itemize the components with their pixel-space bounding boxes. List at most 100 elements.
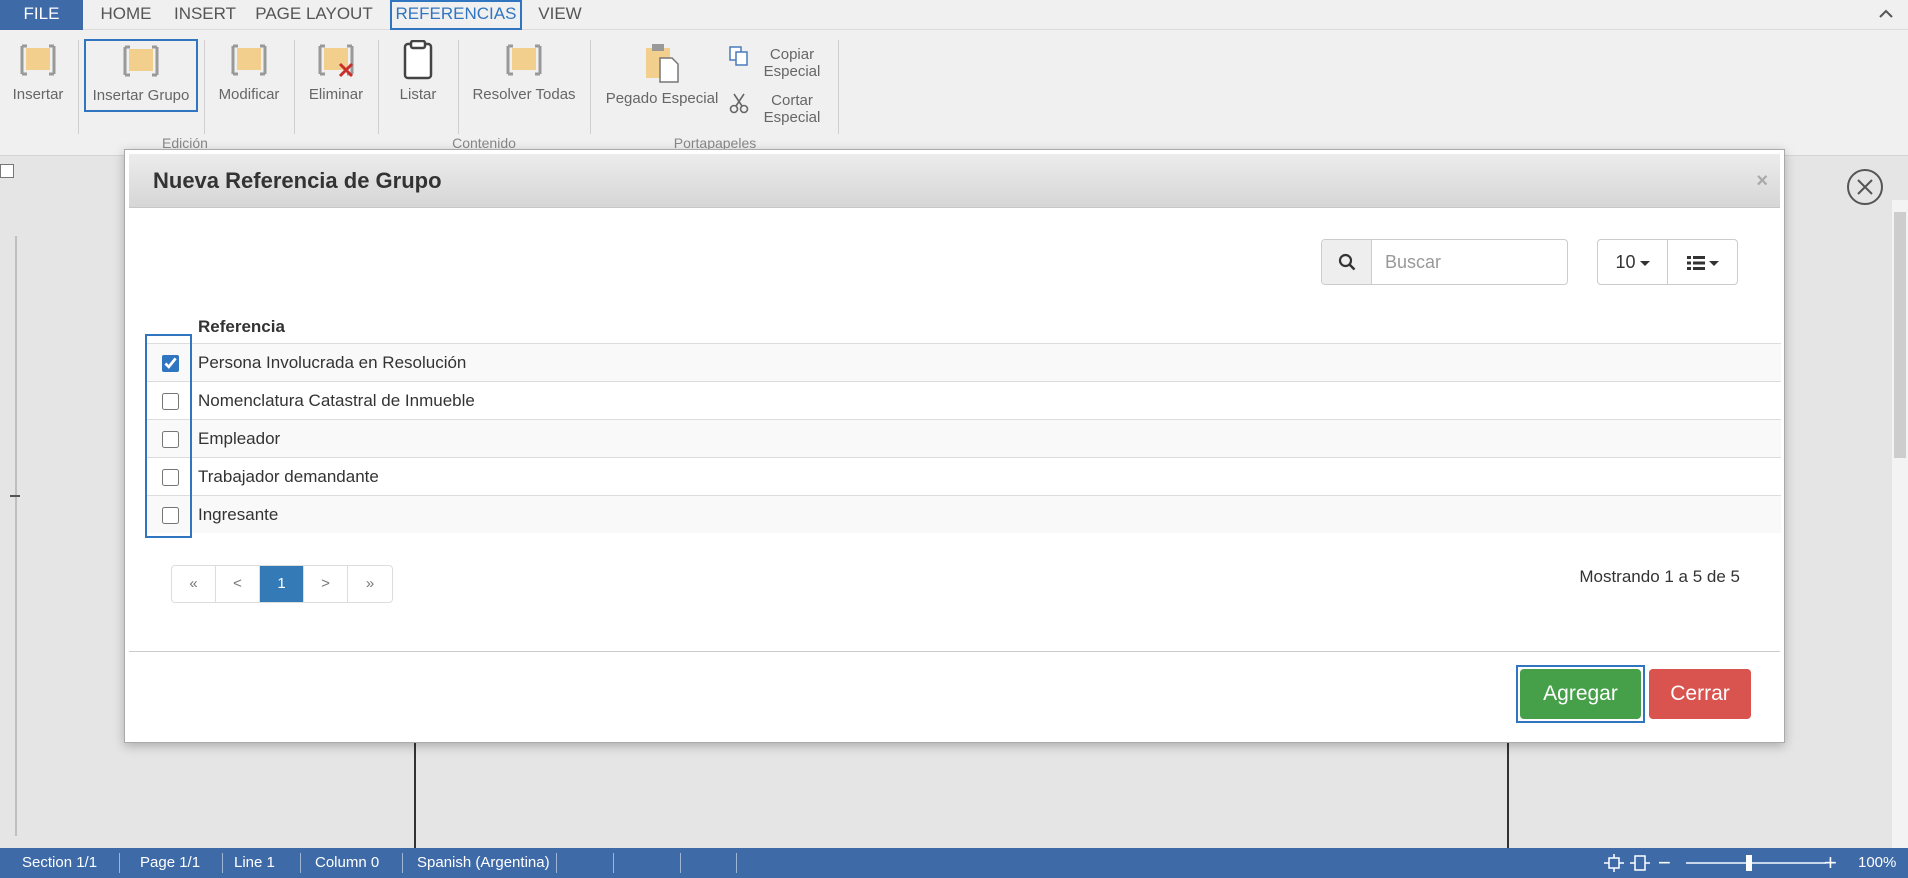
search-icon xyxy=(1338,253,1356,271)
ribbon-panel: Insertar Insertar Grupo Modificar Elimin… xyxy=(0,30,1908,156)
tab-insert[interactable]: INSERT xyxy=(170,0,240,30)
row-label: Empleador xyxy=(198,429,281,448)
eliminar-label: Eliminar xyxy=(308,86,364,103)
ribbon-divider xyxy=(204,40,205,134)
pegado-especial-label: Pegado Especial xyxy=(605,90,719,107)
fit-to-window-icon[interactable] xyxy=(1604,854,1624,872)
page-next-button[interactable]: > xyxy=(304,566,348,602)
zoom-slider[interactable] xyxy=(1686,855,1826,871)
status-divider xyxy=(613,853,614,873)
table-row[interactable]: Trabajador demandante xyxy=(147,457,1781,495)
dialog-close-icon[interactable]: × xyxy=(1756,170,1768,193)
reference-delete-icon xyxy=(318,44,354,78)
clipboard-icon xyxy=(403,40,433,80)
ribbon-divider xyxy=(458,40,459,134)
tab-page-layout[interactable]: PAGE LAYOUT xyxy=(252,0,376,30)
row-label: Ingresante xyxy=(198,505,279,524)
row-checkbox[interactable] xyxy=(162,507,179,524)
tab-view[interactable]: VIEW xyxy=(532,0,588,30)
row-label: Nomenclatura Catastral de Inmueble xyxy=(198,391,475,410)
insertar-button[interactable]: Insertar xyxy=(6,40,70,110)
row-checkbox[interactable] xyxy=(162,355,179,372)
ribbon-divider xyxy=(378,40,379,134)
insertar-grupo-label: Insertar Grupo xyxy=(92,87,190,104)
page-last-button[interactable]: » xyxy=(348,566,392,602)
status-divider xyxy=(556,853,557,873)
zoom-out-icon[interactable]: − xyxy=(1658,848,1671,878)
ribbon-divider xyxy=(838,40,839,134)
status-divider xyxy=(119,853,120,873)
agregar-button-focus-ring: Agregar xyxy=(1516,665,1645,723)
tab-referencias[interactable]: REFERENCIAS xyxy=(390,0,522,30)
pegado-especial-button[interactable]: Pegado Especial xyxy=(600,40,724,110)
ribbon-tab-bar: FILE HOME INSERT PAGE LAYOUT REFERENCIAS… xyxy=(0,0,1908,30)
zoom-in-icon[interactable]: + xyxy=(1824,848,1837,878)
resolver-todas-button[interactable]: Resolver Todas xyxy=(466,40,582,110)
row-checkbox[interactable] xyxy=(162,469,179,486)
caret-down-icon xyxy=(1639,260,1650,266)
page-prev-button[interactable]: < xyxy=(216,566,260,602)
agregar-button[interactable]: Agregar xyxy=(1520,669,1641,719)
ribbon-divider xyxy=(78,40,79,134)
table-row[interactable]: Ingresante xyxy=(147,495,1781,533)
cerrar-button[interactable]: Cerrar xyxy=(1649,669,1751,719)
close-circle-icon[interactable] xyxy=(1846,168,1884,206)
scrollbar-thumb[interactable] xyxy=(1894,212,1906,458)
reference-resolve-icon xyxy=(506,44,542,76)
copiar-especial-button[interactable]: Copiar Especial xyxy=(728,46,828,82)
cortar-especial-button[interactable]: Cortar Especial xyxy=(728,92,828,128)
tab-file[interactable]: FILE xyxy=(0,0,83,30)
chevron-up-icon[interactable] xyxy=(1878,6,1894,22)
page-first-button[interactable]: « xyxy=(172,566,216,602)
zoom-slider-handle[interactable] xyxy=(1746,855,1752,871)
fit-to-page-icon[interactable] xyxy=(1630,854,1650,872)
status-divider xyxy=(680,853,681,873)
search-group xyxy=(1321,239,1568,285)
caret-down-icon xyxy=(1709,260,1719,266)
cortar-label: Cortar xyxy=(771,92,813,109)
vertical-ruler xyxy=(0,156,26,848)
status-zoom: 100% xyxy=(1858,854,1897,871)
cortar-especial-label: Especial xyxy=(763,109,821,126)
row-label: Trabajador demandante xyxy=(198,467,379,486)
ribbon-divider xyxy=(590,40,591,134)
resolver-todas-label: Resolver Todas xyxy=(472,86,576,103)
table-row[interactable]: Nomenclatura Catastral de Inmueble xyxy=(147,381,1781,419)
status-line: Line 1 xyxy=(234,854,275,871)
tab-stop-selector[interactable] xyxy=(0,164,14,178)
row-checkbox[interactable] xyxy=(162,393,179,410)
page-1-button[interactable]: 1 xyxy=(260,566,304,602)
reference-edit-icon xyxy=(231,44,267,76)
table-row[interactable]: Empleador xyxy=(147,419,1781,457)
listar-label: Listar xyxy=(399,86,437,103)
pagination-info: Mostrando 1 a 5 de 5 xyxy=(1579,567,1740,586)
table-row[interactable]: Persona Involucrada en Resolución xyxy=(147,343,1781,381)
nueva-referencia-dialog: Nueva Referencia de Grupo × 10 Referenci… xyxy=(124,149,1785,743)
dialog-title: Nueva Referencia de Grupo xyxy=(153,168,442,193)
listar-button[interactable]: Listar xyxy=(388,40,448,110)
search-addon xyxy=(1322,240,1372,284)
column-header-referencia[interactable]: Referencia xyxy=(198,317,285,337)
insertar-grupo-button[interactable]: Insertar Grupo xyxy=(84,39,198,112)
search-input[interactable] xyxy=(1373,240,1566,284)
page-size-dropdown[interactable]: 10 xyxy=(1598,240,1668,284)
copiar-especial-label: Especial xyxy=(763,63,821,80)
tab-home[interactable]: HOME xyxy=(92,0,160,30)
status-section: Section 1/1 xyxy=(22,854,98,871)
footer-divider xyxy=(129,651,1780,652)
status-divider xyxy=(300,853,301,873)
list-icon xyxy=(1687,256,1705,271)
row-checkbox[interactable] xyxy=(162,431,179,448)
pagination: « < 1 > » xyxy=(171,565,393,603)
modificar-label: Modificar xyxy=(218,86,280,103)
modificar-button[interactable]: Modificar xyxy=(212,40,286,110)
paste-special-icon xyxy=(646,44,679,83)
eliminar-button[interactable]: Eliminar xyxy=(302,40,370,110)
status-language[interactable]: Spanish (Argentina) xyxy=(417,848,550,878)
row-label: Persona Involucrada en Resolución xyxy=(198,353,467,372)
vertical-scrollbar[interactable] xyxy=(1892,200,1908,848)
status-bar: Section 1/1 Page 1/1 Line 1 Column 0 Spa… xyxy=(0,848,1908,878)
status-divider xyxy=(736,853,737,873)
columns-dropdown[interactable] xyxy=(1669,240,1737,284)
status-divider xyxy=(402,853,403,873)
